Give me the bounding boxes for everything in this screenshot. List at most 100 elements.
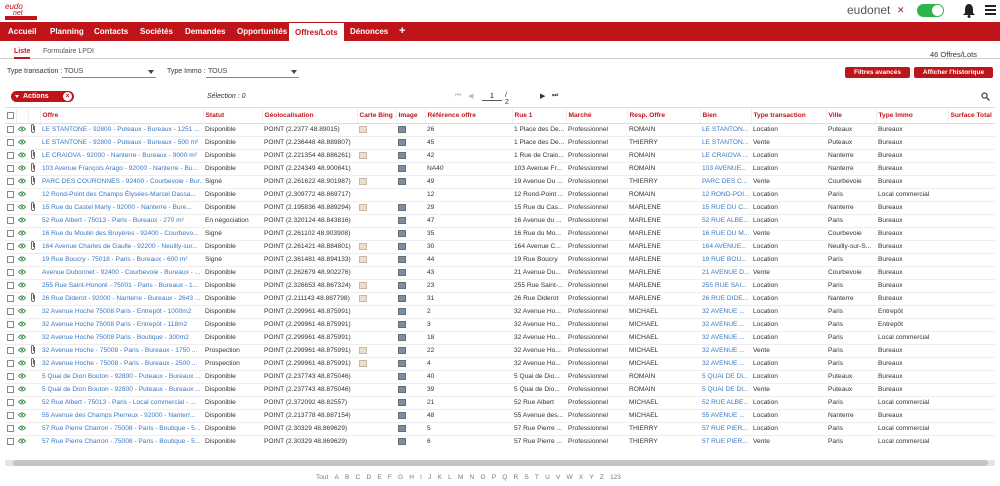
offre-cell[interactable]: 26 Rue Diderot - 92000 - Nanterre - Bure… bbox=[40, 292, 203, 306]
offre-cell[interactable]: 52 Rue Albert - 75013 - Paris - Bureaux … bbox=[40, 214, 203, 228]
row-checkbox[interactable] bbox=[5, 279, 16, 293]
alphabet-filter-item[interactable]: F bbox=[388, 474, 392, 481]
eye-icon-cell[interactable] bbox=[16, 240, 28, 254]
mode-toggle[interactable] bbox=[917, 4, 944, 17]
eye-icon[interactable] bbox=[17, 178, 27, 184]
alphabet-filter-item[interactable]: Y bbox=[589, 474, 593, 481]
row-checkbox[interactable] bbox=[5, 292, 16, 306]
offre-cell[interactable]: 164 Avenue Charles de Gaulle - 92200 - N… bbox=[40, 240, 203, 254]
bien-cell[interactable]: 255 RUE SAI... bbox=[700, 279, 751, 293]
attachment-cell[interactable] bbox=[28, 240, 40, 254]
property-image-thumbnail[interactable] bbox=[398, 164, 406, 172]
eye-icon-cell[interactable] bbox=[16, 253, 28, 267]
column-rue-1[interactable]: Rue 1 bbox=[512, 108, 567, 124]
eye-icon[interactable] bbox=[17, 165, 27, 171]
image-cell[interactable] bbox=[396, 253, 425, 267]
bien-cell[interactable]: LE STANTON... bbox=[700, 123, 751, 137]
image-cell[interactable] bbox=[396, 396, 425, 410]
alphabet-filter-item[interactable]: K bbox=[438, 474, 442, 481]
column-ville[interactable]: Ville bbox=[826, 108, 877, 124]
nav-planning[interactable]: Planning bbox=[44, 22, 90, 41]
attachment-cell[interactable] bbox=[28, 357, 40, 371]
table-row[interactable]: LE STANTONE - 92800 - Puteaux - Bureaux … bbox=[5, 136, 995, 150]
eye-icon-cell[interactable] bbox=[16, 305, 28, 319]
attachment-cell[interactable] bbox=[28, 149, 40, 163]
map-thumbnail[interactable] bbox=[359, 255, 367, 263]
map-thumbnail[interactable] bbox=[359, 177, 367, 185]
eye-icon[interactable] bbox=[17, 308, 27, 314]
alphabet-filter-item[interactable]: I bbox=[420, 474, 422, 481]
property-image-thumbnail[interactable] bbox=[398, 372, 406, 380]
table-row[interactable]: 16 Rue du Moulin des Bruyères - 92400 - … bbox=[5, 227, 995, 241]
column-geolocalisation[interactable]: Géolocalisation bbox=[262, 108, 358, 124]
alphabet-filter-item[interactable]: G bbox=[398, 474, 403, 481]
scrollbar-thumb[interactable] bbox=[13, 460, 988, 466]
row-checkbox[interactable] bbox=[5, 253, 16, 267]
property-image-thumbnail[interactable] bbox=[398, 346, 406, 354]
map-thumbnail[interactable] bbox=[359, 346, 367, 354]
eye-icon-cell[interactable] bbox=[16, 175, 28, 189]
eye-icon-cell[interactable] bbox=[16, 370, 28, 384]
bien-cell[interactable]: 15 RUE DU C... bbox=[700, 201, 751, 215]
alphabet-filter-item[interactable]: O bbox=[480, 474, 485, 481]
map-thumbnail[interactable] bbox=[359, 203, 367, 211]
bien-cell[interactable]: 32 AVENUE ... bbox=[700, 331, 751, 345]
image-cell[interactable] bbox=[396, 227, 425, 241]
eye-icon-cell[interactable] bbox=[16, 331, 28, 345]
next-page-icon[interactable]: ▶ bbox=[540, 92, 545, 100]
alphabet-filter-item[interactable]: U bbox=[545, 474, 550, 481]
bien-cell[interactable]: 16 RUE DU M... bbox=[700, 227, 751, 241]
image-cell[interactable] bbox=[396, 201, 425, 215]
alphabet-filter-item[interactable]: N bbox=[470, 474, 475, 481]
table-row[interactable]: 32 Avenue Hoche - 75008 - Paris - Bureau… bbox=[5, 344, 995, 358]
eye-icon-cell[interactable] bbox=[16, 214, 28, 228]
eye-icon[interactable] bbox=[17, 204, 27, 210]
table-row[interactable]: PARC DES COURONNES - 92400 - Courbevoie … bbox=[5, 175, 995, 189]
map-thumbnail[interactable] bbox=[359, 294, 367, 302]
table-row[interactable]: 5 Quai de Dion Bouton - 92800 - Puteaux … bbox=[5, 370, 995, 384]
row-checkbox[interactable] bbox=[5, 188, 16, 202]
eye-icon[interactable] bbox=[17, 360, 27, 366]
map-thumbnail[interactable] bbox=[359, 281, 367, 289]
attachment-cell[interactable] bbox=[28, 344, 40, 358]
eye-icon[interactable] bbox=[17, 425, 27, 431]
nav-demandes[interactable]: Demandes bbox=[179, 22, 231, 41]
property-image-thumbnail[interactable] bbox=[398, 125, 406, 133]
column-surface-total[interactable]: Surface Total bbox=[948, 108, 995, 124]
column-statut[interactable]: Statut bbox=[203, 108, 263, 124]
table-row[interactable]: 12 Rond-Point des Champs Élysées-Marcel … bbox=[5, 188, 995, 202]
table-row[interactable]: 32 Avenue Hoche - 75008 - Paris - Bureau… bbox=[5, 357, 995, 371]
first-page-icon[interactable]: ⏮ bbox=[455, 92, 461, 100]
eye-icon-cell[interactable] bbox=[16, 396, 28, 410]
offre-cell[interactable]: 5 Quai de Dion Bouton - 92800 - Puteaux … bbox=[40, 370, 203, 384]
eye-icon-cell[interactable] bbox=[16, 422, 28, 436]
horizontal-scrollbar[interactable] bbox=[5, 460, 995, 466]
row-checkbox[interactable] bbox=[5, 409, 16, 423]
offre-cell[interactable]: 12 Rond-Point des Champs Élysées-Marcel … bbox=[40, 188, 203, 202]
table-row[interactable]: 164 Avenue Charles de Gaulle - 92200 - N… bbox=[5, 240, 995, 254]
offre-cell[interactable]: 16 Rue du Moulin des Bruyères - 92400 - … bbox=[40, 227, 203, 241]
paperclip-icon[interactable] bbox=[30, 150, 36, 159]
row-checkbox[interactable] bbox=[5, 266, 16, 280]
row-checkbox[interactable] bbox=[5, 370, 16, 384]
property-image-thumbnail[interactable] bbox=[398, 268, 406, 276]
row-checkbox[interactable] bbox=[5, 383, 16, 397]
eye-icon[interactable] bbox=[17, 334, 27, 340]
eye-icon-cell[interactable] bbox=[16, 227, 28, 241]
column-reference-offre[interactable]: Référence offre bbox=[425, 108, 513, 124]
table-row[interactable]: 55 Avenue des Champs Pierreux - 92000 - … bbox=[5, 409, 995, 423]
type-transaction-select[interactable]: TOUS bbox=[62, 67, 156, 78]
eye-icon[interactable] bbox=[17, 269, 27, 275]
carte-bing-cell[interactable] bbox=[357, 344, 396, 358]
offre-cell[interactable]: 255 Rue Saint-Honoré - 75001 - Paris - B… bbox=[40, 279, 203, 293]
image-cell[interactable] bbox=[396, 305, 425, 319]
eye-icon-cell[interactable] bbox=[16, 357, 28, 371]
row-checkbox[interactable] bbox=[5, 175, 16, 189]
bien-cell[interactable]: 5 QUAI DE DI... bbox=[700, 370, 751, 384]
bien-cell[interactable]: 12 ROND-POI... bbox=[700, 188, 751, 202]
paperclip-icon[interactable] bbox=[30, 176, 36, 185]
paperclip-icon[interactable] bbox=[30, 163, 36, 172]
paperclip-icon[interactable] bbox=[30, 241, 36, 250]
alphabet-filter-item[interactable]: J bbox=[428, 474, 431, 481]
column-carte-bing[interactable]: Carte Bing bbox=[357, 108, 397, 124]
